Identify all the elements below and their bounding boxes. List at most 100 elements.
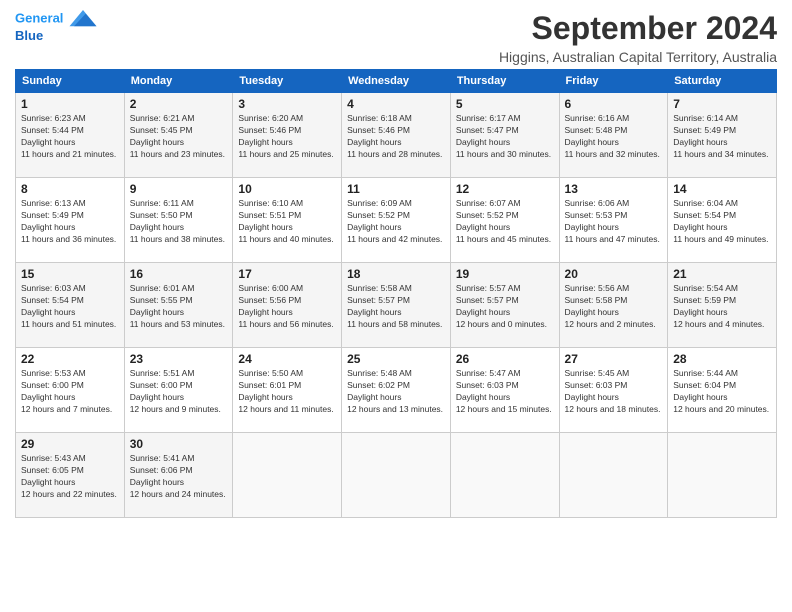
calendar-cell: 13 Sunrise: 6:06 AMSunset: 5:53 PMDaylig… xyxy=(559,178,668,263)
day-info: Sunrise: 5:43 AMSunset: 6:05 PMDaylight … xyxy=(21,453,119,501)
calendar-cell: 27 Sunrise: 5:45 AMSunset: 6:03 PMDaylig… xyxy=(559,348,668,433)
day-number: 15 xyxy=(21,267,119,281)
day-number: 17 xyxy=(238,267,336,281)
day-number: 7 xyxy=(673,97,771,111)
day-number: 21 xyxy=(673,267,771,281)
day-number: 18 xyxy=(347,267,445,281)
day-info: Sunrise: 6:14 AMSunset: 5:49 PMDaylight … xyxy=(673,113,771,161)
day-info: Sunrise: 5:57 AMSunset: 5:57 PMDaylight … xyxy=(456,283,554,331)
day-number: 22 xyxy=(21,352,119,366)
title-block: September 2024 Higgins, Australian Capit… xyxy=(499,10,777,65)
calendar-cell: 24 Sunrise: 5:50 AMSunset: 6:01 PMDaylig… xyxy=(233,348,342,433)
day-info: Sunrise: 6:07 AMSunset: 5:52 PMDaylight … xyxy=(456,198,554,246)
calendar-cell: 22 Sunrise: 5:53 AMSunset: 6:00 PMDaylig… xyxy=(16,348,125,433)
calendar-cell: 28 Sunrise: 5:44 AMSunset: 6:04 PMDaylig… xyxy=(668,348,777,433)
day-number: 13 xyxy=(565,182,663,196)
day-number: 29 xyxy=(21,437,119,451)
day-info: Sunrise: 6:01 AMSunset: 5:55 PMDaylight … xyxy=(130,283,228,331)
day-info: Sunrise: 5:48 AMSunset: 6:02 PMDaylight … xyxy=(347,368,445,416)
day-info: Sunrise: 5:56 AMSunset: 5:58 PMDaylight … xyxy=(565,283,663,331)
day-info: Sunrise: 6:21 AMSunset: 5:45 PMDaylight … xyxy=(130,113,228,161)
location-subtitle: Higgins, Australian Capital Territory, A… xyxy=(499,49,777,65)
calendar-cell: 16 Sunrise: 6:01 AMSunset: 5:55 PMDaylig… xyxy=(124,263,233,348)
day-info: Sunrise: 6:10 AMSunset: 5:51 PMDaylight … xyxy=(238,198,336,246)
day-number: 27 xyxy=(565,352,663,366)
calendar-cell: 15 Sunrise: 6:03 AMSunset: 5:54 PMDaylig… xyxy=(16,263,125,348)
day-info: Sunrise: 5:54 AMSunset: 5:59 PMDaylight … xyxy=(673,283,771,331)
calendar-cell xyxy=(559,433,668,518)
calendar-cell: 29 Sunrise: 5:43 AMSunset: 6:05 PMDaylig… xyxy=(16,433,125,518)
day-info: Sunrise: 6:04 AMSunset: 5:54 PMDaylight … xyxy=(673,198,771,246)
calendar-week-5: 29 Sunrise: 5:43 AMSunset: 6:05 PMDaylig… xyxy=(16,433,777,518)
calendar-cell: 2 Sunrise: 6:21 AMSunset: 5:45 PMDayligh… xyxy=(124,93,233,178)
day-number: 24 xyxy=(238,352,336,366)
day-header-tuesday: Tuesday xyxy=(233,70,342,93)
calendar-cell xyxy=(668,433,777,518)
day-number: 1 xyxy=(21,97,119,111)
day-info: Sunrise: 5:51 AMSunset: 6:00 PMDaylight … xyxy=(130,368,228,416)
day-info: Sunrise: 5:41 AMSunset: 6:06 PMDaylight … xyxy=(130,453,228,501)
day-number: 6 xyxy=(565,97,663,111)
day-number: 16 xyxy=(130,267,228,281)
calendar-week-3: 15 Sunrise: 6:03 AMSunset: 5:54 PMDaylig… xyxy=(16,263,777,348)
day-header-friday: Friday xyxy=(559,70,668,93)
day-info: Sunrise: 6:20 AMSunset: 5:46 PMDaylight … xyxy=(238,113,336,161)
day-number: 30 xyxy=(130,437,228,451)
day-number: 28 xyxy=(673,352,771,366)
calendar-cell: 25 Sunrise: 5:48 AMSunset: 6:02 PMDaylig… xyxy=(342,348,451,433)
day-info: Sunrise: 6:09 AMSunset: 5:52 PMDaylight … xyxy=(347,198,445,246)
calendar-header-row: SundayMondayTuesdayWednesdayThursdayFrid… xyxy=(16,70,777,93)
calendar-cell: 4 Sunrise: 6:18 AMSunset: 5:46 PMDayligh… xyxy=(342,93,451,178)
day-number: 25 xyxy=(347,352,445,366)
calendar-cell: 6 Sunrise: 6:16 AMSunset: 5:48 PMDayligh… xyxy=(559,93,668,178)
calendar-week-1: 1 Sunrise: 6:23 AMSunset: 5:44 PMDayligh… xyxy=(16,93,777,178)
calendar-cell: 11 Sunrise: 6:09 AMSunset: 5:52 PMDaylig… xyxy=(342,178,451,263)
day-info: Sunrise: 6:06 AMSunset: 5:53 PMDaylight … xyxy=(565,198,663,246)
day-info: Sunrise: 5:45 AMSunset: 6:03 PMDaylight … xyxy=(565,368,663,416)
calendar-cell: 5 Sunrise: 6:17 AMSunset: 5:47 PMDayligh… xyxy=(450,93,559,178)
page-header: General Blue September 2024 Higgins, Aus… xyxy=(15,10,777,65)
day-number: 11 xyxy=(347,182,445,196)
day-info: Sunrise: 6:23 AMSunset: 5:44 PMDaylight … xyxy=(21,113,119,161)
calendar-cell xyxy=(342,433,451,518)
day-number: 5 xyxy=(456,97,554,111)
calendar-cell: 21 Sunrise: 5:54 AMSunset: 5:59 PMDaylig… xyxy=(668,263,777,348)
day-info: Sunrise: 6:18 AMSunset: 5:46 PMDaylight … xyxy=(347,113,445,161)
day-number: 9 xyxy=(130,182,228,196)
calendar-cell: 19 Sunrise: 5:57 AMSunset: 5:57 PMDaylig… xyxy=(450,263,559,348)
logo-blue: Blue xyxy=(15,28,97,44)
calendar-cell: 30 Sunrise: 5:41 AMSunset: 6:06 PMDaylig… xyxy=(124,433,233,518)
month-title: September 2024 xyxy=(499,10,777,47)
calendar-cell: 7 Sunrise: 6:14 AMSunset: 5:49 PMDayligh… xyxy=(668,93,777,178)
day-number: 3 xyxy=(238,97,336,111)
day-info: Sunrise: 5:53 AMSunset: 6:00 PMDaylight … xyxy=(21,368,119,416)
calendar-cell: 10 Sunrise: 6:10 AMSunset: 5:51 PMDaylig… xyxy=(233,178,342,263)
day-info: Sunrise: 5:50 AMSunset: 6:01 PMDaylight … xyxy=(238,368,336,416)
day-number: 14 xyxy=(673,182,771,196)
calendar-table: SundayMondayTuesdayWednesdayThursdayFrid… xyxy=(15,69,777,518)
day-info: Sunrise: 5:47 AMSunset: 6:03 PMDaylight … xyxy=(456,368,554,416)
calendar-cell: 8 Sunrise: 6:13 AMSunset: 5:49 PMDayligh… xyxy=(16,178,125,263)
calendar-cell: 17 Sunrise: 6:00 AMSunset: 5:56 PMDaylig… xyxy=(233,263,342,348)
calendar-week-2: 8 Sunrise: 6:13 AMSunset: 5:49 PMDayligh… xyxy=(16,178,777,263)
day-number: 19 xyxy=(456,267,554,281)
calendar-cell: 20 Sunrise: 5:56 AMSunset: 5:58 PMDaylig… xyxy=(559,263,668,348)
day-info: Sunrise: 6:16 AMSunset: 5:48 PMDaylight … xyxy=(565,113,663,161)
day-number: 20 xyxy=(565,267,663,281)
day-number: 12 xyxy=(456,182,554,196)
calendar-cell: 12 Sunrise: 6:07 AMSunset: 5:52 PMDaylig… xyxy=(450,178,559,263)
day-number: 2 xyxy=(130,97,228,111)
calendar-cell xyxy=(450,433,559,518)
day-number: 4 xyxy=(347,97,445,111)
day-header-saturday: Saturday xyxy=(668,70,777,93)
calendar-cell: 14 Sunrise: 6:04 AMSunset: 5:54 PMDaylig… xyxy=(668,178,777,263)
calendar-cell: 18 Sunrise: 5:58 AMSunset: 5:57 PMDaylig… xyxy=(342,263,451,348)
day-header-wednesday: Wednesday xyxy=(342,70,451,93)
day-info: Sunrise: 6:11 AMSunset: 5:50 PMDaylight … xyxy=(130,198,228,246)
calendar-cell: 23 Sunrise: 5:51 AMSunset: 6:00 PMDaylig… xyxy=(124,348,233,433)
day-info: Sunrise: 6:13 AMSunset: 5:49 PMDaylight … xyxy=(21,198,119,246)
logo: General Blue xyxy=(15,10,97,44)
calendar-cell: 3 Sunrise: 6:20 AMSunset: 5:46 PMDayligh… xyxy=(233,93,342,178)
day-info: Sunrise: 6:17 AMSunset: 5:47 PMDaylight … xyxy=(456,113,554,161)
calendar-week-4: 22 Sunrise: 5:53 AMSunset: 6:00 PMDaylig… xyxy=(16,348,777,433)
